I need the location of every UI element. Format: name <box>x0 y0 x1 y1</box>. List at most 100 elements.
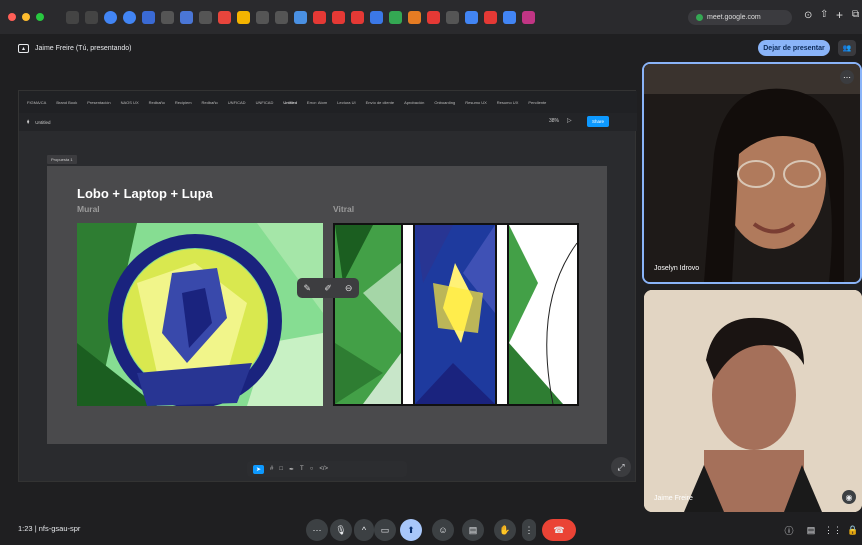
tab-favicon-icon[interactable] <box>503 10 516 24</box>
tab-favicon-icon[interactable] <box>427 10 440 24</box>
meeting-code: nfs-gsau-spr <box>38 524 81 533</box>
more-icon[interactable]: ⋯ <box>306 519 328 541</box>
shared-tab: NAOS UX <box>120 99 139 105</box>
shared-screen: FIGMA/CA Brand Book Presentación NAOS UX… <box>18 90 637 482</box>
maximize-window-icon[interactable] <box>36 13 44 21</box>
meeting-info: 1:23 | nfs-gsau-spr <box>18 524 80 533</box>
close-window-icon[interactable] <box>8 13 16 21</box>
expand-icon[interactable]: ⤢ <box>611 457 631 477</box>
tab-favicon-icon[interactable] <box>332 10 345 24</box>
stop-presenting-button[interactable]: Dejar de presentar <box>758 40 830 56</box>
shape-tool-icon: □ <box>279 466 283 472</box>
end-call-icon[interactable]: ☎ <box>542 519 576 541</box>
tab-favicon-icon[interactable] <box>237 10 250 24</box>
dev-mode-icon: </> <box>319 466 329 472</box>
more-options-icon[interactable]: ⋯ <box>840 70 854 84</box>
shared-tab: Redbaño <box>148 99 165 105</box>
shared-tab: Recipiem <box>174 99 192 105</box>
tab-favicon-icon[interactable] <box>199 10 212 24</box>
activities-icon[interactable]: ⋮⋮ <box>824 521 842 539</box>
play-icon: ▷ <box>567 118 572 124</box>
presenting-label: Jaime Freire (Tú, presentando) <box>35 44 132 52</box>
more-options-icon[interactable]: ⋮ <box>522 519 536 541</box>
pen-tool-icon: ✒ <box>289 466 295 473</box>
participant-tile[interactable]: ⋯ Joselyn Idrovo <box>642 62 862 284</box>
tab-favicon-icon[interactable] <box>351 10 364 24</box>
meeting-controls-bar <box>0 513 862 545</box>
chevron-up-icon[interactable]: ^ <box>354 519 374 541</box>
tab-favicon-icon[interactable] <box>294 10 307 24</box>
back-icon[interactable] <box>85 10 98 24</box>
mural-label: Mural <box>77 204 100 214</box>
shared-tab: UNFICAD <box>255 99 274 105</box>
tab-favicon-icon[interactable] <box>408 10 421 24</box>
frame-tool-icon: # <box>270 466 274 472</box>
shared-tab: UNFICAD <box>227 99 246 105</box>
shared-tab: Aprobación <box>404 99 425 105</box>
microphone-icon[interactable]: 🎙 <box>330 519 352 541</box>
comment-tool-icon: ○ <box>309 466 314 472</box>
frame-label: Propuesta 1 <box>47 155 77 164</box>
tab-favicon-icon[interactable] <box>218 10 231 24</box>
camera-icon[interactable]: ▭ <box>374 519 396 541</box>
mural-artwork <box>77 223 323 406</box>
figma-bottom-toolbar: ➤ # □ ✒ T ○ </> <box>247 461 407 477</box>
move-tool-icon: ➤ <box>253 464 265 474</box>
shared-tab: Lectura UI <box>337 99 356 105</box>
meet-favicon-icon <box>696 14 703 21</box>
new-tab-icon[interactable]: + <box>836 8 843 22</box>
sidebar-toggle-icon[interactable] <box>66 10 79 24</box>
text-tool-icon: T <box>300 466 304 472</box>
presenting-indicator: ▴ Jaime Freire (Tú, presentando) <box>18 41 131 55</box>
tab-favicon-icon[interactable] <box>123 10 136 24</box>
tab-favicon-icon[interactable] <box>180 10 193 24</box>
emoji-icon[interactable]: ☺ <box>432 519 454 541</box>
raise-hand-icon[interactable]: ✋ <box>494 519 516 541</box>
tab-favicon-icon[interactable] <box>313 10 326 24</box>
shared-tab: Pendiente <box>528 99 547 105</box>
board-title: Lobo + Laptop + Lupa <box>77 186 213 201</box>
tab-favicon-icon[interactable] <box>484 10 497 24</box>
address-bar[interactable]: meet.google.com <box>688 10 792 25</box>
participant-tile[interactable]: Jaime Freire ◉ <box>644 290 862 512</box>
tab-overview-icon[interactable]: ⧉ <box>852 9 859 20</box>
tab-favicon-icon[interactable] <box>256 10 269 24</box>
tab-favicon-icon[interactable] <box>446 10 459 24</box>
tab-favicon-icon[interactable] <box>161 10 174 24</box>
info-icon[interactable]: ⓘ <box>780 521 798 539</box>
participants-icon[interactable]: 👥 <box>838 40 856 56</box>
tab-favicon-icon[interactable] <box>522 10 535 24</box>
host-controls-icon[interactable]: 🔒 <box>844 521 862 539</box>
figma-share-button: Share <box>587 116 609 127</box>
meeting-time: 1:23 <box>18 524 33 533</box>
marker-icon: ✐ <box>324 282 332 293</box>
shared-tab: Redbaño <box>201 99 218 105</box>
participant-name: Jaime Freire <box>654 495 693 502</box>
chat-icon[interactable]: ▤ <box>802 521 820 539</box>
captions-icon[interactable]: ▤ <box>462 519 484 541</box>
tab-favicon-icon[interactable] <box>142 10 155 24</box>
present-screen-icon: ▴ <box>18 43 29 53</box>
vitral-label: Vitral <box>333 204 355 214</box>
share-icon[interactable]: ⇧ <box>820 9 828 20</box>
shared-tab: Presentación <box>87 99 111 105</box>
pin-icon[interactable]: ◉ <box>842 490 856 504</box>
floating-toolbar: ✎ ✐ ⊖ <box>297 278 359 298</box>
tab-favicon-icon[interactable] <box>465 10 478 24</box>
tab-favicon-icon[interactable] <box>389 10 402 24</box>
tab-favicon-icon[interactable] <box>275 10 288 24</box>
download-icon[interactable]: ⊙ <box>804 10 812 21</box>
figma-menu-icon: ⧫ <box>27 119 30 124</box>
file-name: Untitled <box>35 119 51 125</box>
tab-favicon-icon[interactable] <box>104 10 117 24</box>
present-now-icon[interactable]: ⬆ <box>400 519 422 541</box>
meet-window: meet.google.com ⊙ ⇧ + ⧉ ▴ Jaime Freire (… <box>0 0 862 545</box>
vitral-artwork <box>333 223 579 406</box>
tab-favicon-icon[interactable] <box>370 10 383 24</box>
minimize-window-icon[interactable] <box>22 13 30 21</box>
participant-video <box>644 64 860 282</box>
shared-browser-tabs: FIGMA/CA Brand Book Presentación NAOS UX… <box>19 91 637 113</box>
shared-tab: Resumo UX <box>496 99 519 105</box>
participant-video <box>644 290 862 512</box>
shared-tab: Onboarding <box>434 99 456 105</box>
